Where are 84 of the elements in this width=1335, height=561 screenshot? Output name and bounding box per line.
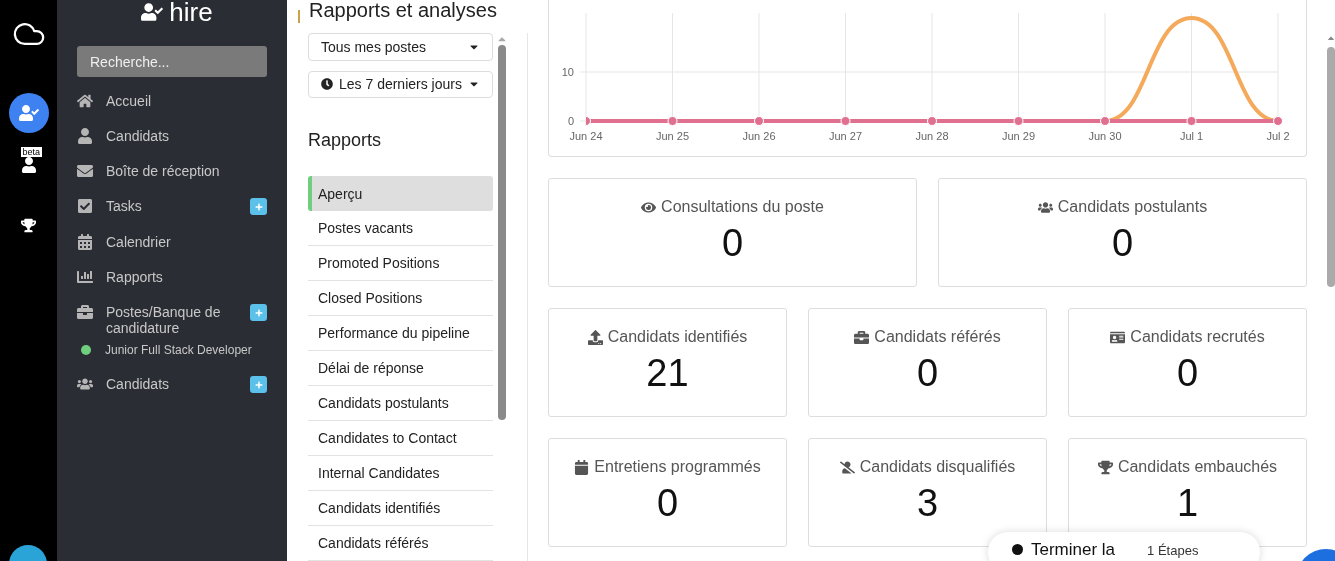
data-point — [667, 116, 678, 126]
stat-icon — [839, 459, 855, 475]
sidebar-item-icon — [77, 269, 93, 285]
trophy-icon — [21, 217, 36, 233]
data-point — [1273, 116, 1283, 126]
sidebar-item[interactable]: Calendrier — [77, 234, 267, 250]
stat-label: Candidats identifiés — [607, 328, 748, 346]
data-point — [1186, 116, 1197, 126]
sidebar-item-icon — [77, 198, 93, 214]
x-axis-label: Jun 26 — [742, 130, 776, 142]
stat-icon — [587, 329, 603, 345]
sidebar-item-icon — [77, 234, 93, 250]
stat-icon — [1097, 459, 1113, 475]
stat-value: 0 — [1111, 222, 1134, 265]
stat-label: Candidats recrutés — [1130, 328, 1265, 346]
beta-badge: beta — [20, 147, 43, 157]
filter-dropdown[interactable]: Tous mes postes — [308, 33, 493, 61]
stat-icon — [1110, 329, 1126, 345]
x-axis-label: Jun 28 — [915, 130, 949, 142]
page-title: Rapports et analyses — [309, 0, 497, 22]
sidebar-item-icon — [77, 376, 93, 392]
x-axis-label: Jul 1 — [1179, 130, 1204, 142]
user-icon — [20, 157, 37, 173]
stat-value: 3 — [916, 482, 939, 525]
stat-value: 0 — [1176, 352, 1199, 395]
x-axis-label: Jun 25 — [656, 130, 689, 142]
sidebar-item[interactable]: Candidats — [77, 128, 267, 144]
subitem-label: Junior Full Stack Developer — [105, 343, 252, 357]
guide-label: Terminer la — [1031, 540, 1116, 560]
sidebar-item[interactable]: Postes/Banque de candidature — [77, 304, 267, 336]
data-point — [754, 116, 764, 126]
stat-label: Candidats disqualifiés — [859, 458, 1016, 476]
stat-label: Consultations du poste — [661, 198, 824, 216]
y-tick-label: 0 — [567, 115, 574, 127]
sidebar-subitem[interactable]: Junior Full Stack Developer — [81, 343, 267, 357]
sidebar-item-icon — [77, 128, 93, 144]
x-axis-label: Jun 27 — [829, 130, 862, 142]
stat-value: 0 — [656, 482, 679, 525]
guide-popup[interactable]: Terminer la 1 Étapes — [988, 532, 1260, 561]
sidebar-item[interactable]: Rapports — [77, 269, 267, 285]
scrollbar-thumb[interactable] — [498, 45, 506, 420]
report-nav-item[interactable]: Aperçu — [308, 176, 493, 211]
bullet-icon — [1012, 544, 1023, 555]
sidebar-item[interactable]: Tasks — [77, 198, 267, 215]
rail-button[interactable]: beta — [8, 145, 49, 185]
sidebar-item[interactable]: Accueil — [77, 93, 267, 109]
sidebar-item-icon — [77, 93, 93, 109]
sidebar-item-icon — [77, 163, 93, 179]
sidebar-item-icon — [77, 304, 93, 320]
stat-label: Entretiens programmés — [594, 458, 761, 476]
y-tick-label: 10 — [561, 66, 574, 78]
x-axis-label: Jun 29 — [1002, 130, 1035, 142]
sidebar-item[interactable]: Boîte de réception — [77, 163, 267, 179]
stat-icon — [1037, 199, 1053, 215]
stat-value: 0 — [916, 352, 939, 395]
user-check-icon — [18, 103, 39, 123]
filter-dropdown[interactable]: Les 7 derniers jours — [308, 70, 493, 98]
steps-count: 1 Étapes — [1147, 543, 1199, 558]
data-point — [1100, 116, 1110, 126]
x-axis-label: Jun 24 — [569, 130, 603, 142]
add-icon[interactable] — [250, 198, 267, 215]
stat-icon — [854, 329, 870, 345]
stat-label: Candidats référés — [874, 328, 1001, 346]
scrollbar-thumb[interactable] — [1327, 47, 1335, 287]
reports-heading: Rapports — [308, 130, 383, 151]
data-point — [1013, 116, 1024, 126]
stat-label: Candidats postulants — [1057, 198, 1208, 216]
data-point — [840, 116, 851, 126]
stat-value: 1 — [1176, 482, 1199, 525]
stat-value: 21 — [646, 352, 689, 395]
clock-icon — [321, 78, 333, 91]
sidebar-item[interactable]: Candidats — [77, 376, 267, 393]
x-axis-label: Jun 30 — [1088, 130, 1122, 142]
stat-value: 0 — [721, 222, 744, 265]
add-icon[interactable] — [250, 376, 267, 393]
app-logo: hire — [87, 0, 267, 27]
data-point — [586, 116, 591, 126]
add-icon[interactable] — [250, 304, 267, 321]
data-point — [927, 116, 937, 126]
stat-label: Candidats embauchés — [1117, 458, 1278, 476]
stat-icon — [574, 459, 590, 475]
search-field[interactable]: Recherche... — [77, 46, 267, 77]
rail-button[interactable] — [8, 93, 49, 133]
x-axis-label: Jul 2 — [1266, 130, 1290, 142]
